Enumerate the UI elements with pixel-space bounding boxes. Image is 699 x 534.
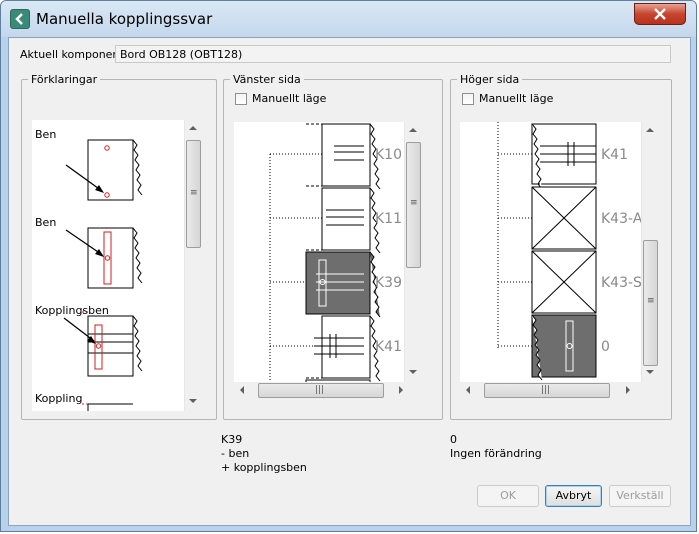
scroll-down-arrow-icon[interactable]	[646, 370, 654, 374]
left-diagram-view[interactable]: K10 K11 K39 K41	[234, 122, 414, 382]
right-hscroll-thumb[interactable]: |||	[484, 383, 610, 398]
legend-diagram-kopplingsben	[63, 311, 143, 405]
right-manual-label: Manuellt läge	[479, 92, 554, 105]
right-status: 0 Ingen förändring	[450, 433, 542, 461]
component-field: Bord OB128 (OBT128)	[115, 45, 671, 63]
left-status-added: + kopplingsben	[221, 461, 307, 474]
window-title: Manuella kopplingssvar	[36, 10, 213, 28]
right-side-title: Höger sida	[457, 73, 523, 86]
legend-scroll-thumb[interactable]: ≡	[186, 140, 201, 248]
right-diagram-view[interactable]: K41 K43-A K43-S 0	[460, 122, 641, 382]
legend-diagram-ben	[65, 139, 143, 201]
right-block-label: K43-A	[601, 211, 641, 227]
scroll-down-arrow-icon[interactable]	[189, 399, 197, 403]
legend-diagram-koppling	[87, 403, 133, 411]
left-manual-checkbox[interactable]: Manuellt läge	[235, 92, 326, 105]
checkbox-box[interactable]	[235, 92, 247, 105]
legend-diagram-ben-selected	[65, 227, 143, 289]
legend-group: Förklaringar Ben Ben Kopplingsben Koppli…	[21, 73, 217, 420]
left-block-k11	[306, 187, 381, 254]
right-vscrollbar[interactable]: ≡	[641, 122, 658, 382]
right-block-label: K43-S	[601, 275, 641, 291]
legend-group-title: Förklaringar	[28, 73, 101, 86]
left-block-label: K10	[375, 147, 402, 163]
dialog-body: Aktuell komponent Bord OB128 (OBT128) Fö…	[8, 37, 691, 526]
dialog-window: Manuella kopplingssvar Aktuell komponent…	[0, 0, 697, 532]
right-block-k41	[531, 123, 597, 190]
scroll-up-arrow-icon[interactable]	[646, 128, 654, 132]
left-side-group: Vänster sida Manuellt läge K10 K11 K39 K…	[223, 73, 443, 420]
right-status-change: Ingen förändring	[450, 447, 542, 460]
title-bar: Manuella kopplingssvar	[1, 1, 696, 37]
right-block-0-selected	[531, 314, 597, 381]
right-hscrollbar[interactable]: |||	[460, 382, 641, 399]
scroll-up-arrow-icon[interactable]	[409, 128, 417, 132]
left-hscrollbar[interactable]: |||	[234, 382, 414, 399]
scroll-left-arrow-icon[interactable]	[240, 386, 244, 394]
right-manual-checkbox[interactable]: Manuellt läge	[462, 92, 553, 105]
left-vscroll-thumb[interactable]: ≡	[406, 142, 421, 268]
ok-button[interactable]: OK	[477, 485, 539, 507]
right-diagram: K41 K43-A K43-S 0	[497, 122, 641, 381]
left-block-label: K39	[375, 275, 402, 291]
left-block-k10	[306, 123, 381, 190]
right-block-k43a	[531, 186, 597, 250]
right-side-group: Höger sida Manuellt läge K41 K43-A K43-S…	[450, 73, 672, 420]
right-vscroll-thumb[interactable]: ≡	[643, 240, 658, 366]
left-block-k41	[305, 315, 381, 382]
close-button[interactable]	[634, 3, 686, 25]
scroll-right-arrow-icon[interactable]	[626, 386, 630, 394]
back-arrow-icon[interactable]	[10, 9, 30, 29]
scroll-left-arrow-icon[interactable]	[466, 386, 470, 394]
left-vscrollbar[interactable]: ≡	[404, 122, 421, 382]
cancel-button[interactable]: Avbryt	[545, 485, 602, 507]
apply-button[interactable]: Verkställ	[609, 485, 671, 507]
left-status: K39 - ben + kopplingsben	[221, 433, 307, 475]
scroll-down-arrow-icon[interactable]	[409, 370, 417, 374]
left-hscroll-thumb[interactable]: |||	[258, 383, 384, 398]
legend-list: Ben Ben Kopplingsben Koppling	[32, 120, 184, 411]
left-side-title: Vänster sida	[230, 73, 304, 86]
checkbox-box[interactable]	[462, 92, 474, 105]
left-status-component: K39	[221, 433, 243, 446]
left-manual-label: Manuellt läge	[252, 92, 327, 105]
left-block-label: K41	[375, 339, 402, 355]
left-block-label: K11	[375, 211, 402, 227]
right-block-label: K41	[601, 147, 628, 163]
right-block-k43s	[531, 250, 597, 314]
left-block-k39-selected	[305, 251, 381, 318]
legend-scrollbar[interactable]: ≡	[184, 120, 201, 411]
left-status-removed: - ben	[221, 447, 250, 460]
scroll-right-arrow-icon[interactable]	[399, 386, 403, 394]
close-icon	[654, 8, 666, 20]
left-diagram: K10 K11 K39 K41	[269, 123, 402, 382]
component-label: Aktuell komponent	[20, 48, 124, 61]
legend-diagrams	[63, 139, 143, 411]
right-block-label: 0	[601, 339, 610, 355]
scroll-up-arrow-icon[interactable]	[189, 126, 197, 130]
right-status-component: 0	[450, 433, 457, 446]
